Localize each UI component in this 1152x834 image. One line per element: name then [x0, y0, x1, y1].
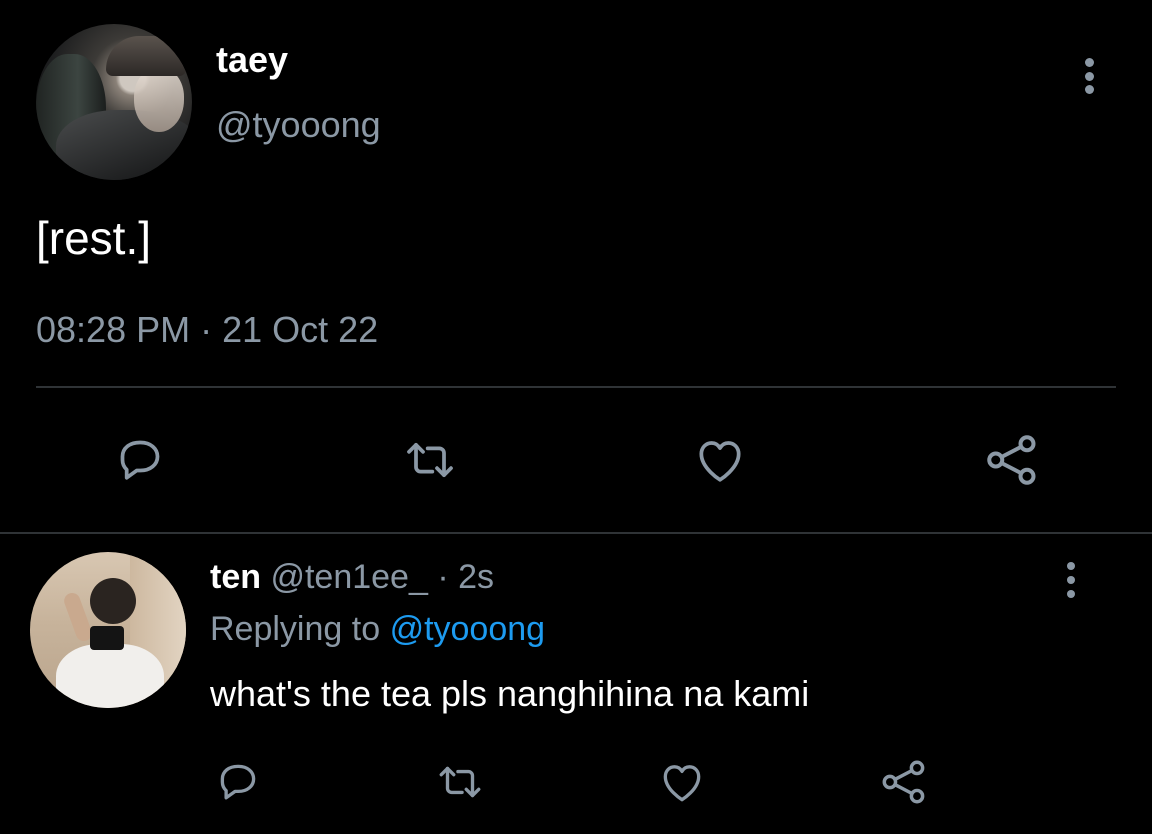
retweet-button[interactable]: [398, 428, 462, 492]
separator-dot: ·: [437, 558, 449, 596]
tweet-time: 08:28 PM: [36, 309, 191, 350]
like-button[interactable]: [650, 750, 714, 814]
avatar-photo-part: [56, 644, 164, 708]
more-dot: [1067, 590, 1075, 598]
heart-icon: [699, 441, 741, 482]
reply-header: ten @ten1ee_ · 2s: [210, 556, 494, 598]
tweet-date: 21 Oct 22: [222, 309, 379, 350]
reply-icon: [120, 440, 160, 480]
more-dot: [1067, 576, 1075, 584]
avatar[interactable]: [30, 552, 186, 708]
share-button[interactable]: [872, 750, 936, 814]
user-handle[interactable]: @ten1ee_: [270, 558, 427, 596]
reply-button[interactable]: [206, 750, 270, 814]
retweet-icon: [407, 442, 453, 478]
heart-icon: [663, 765, 701, 802]
more-dot: [1084, 71, 1094, 81]
avatar[interactable]: [36, 24, 192, 180]
avatar-photo-part: [90, 578, 136, 624]
tweet-text: what's the tea pls nanghihina na kami: [210, 673, 810, 714]
like-button[interactable]: [688, 428, 752, 492]
reply-icon: [220, 764, 256, 800]
share-icon: [882, 760, 925, 804]
replying-to: Replying to @tyooong: [210, 608, 545, 650]
mention-link[interactable]: @tyooong: [390, 610, 546, 648]
more-dot: [1084, 85, 1094, 94]
share-icon: [987, 435, 1036, 485]
retweet-button[interactable]: [428, 750, 492, 814]
avatar-photo-part: [106, 36, 186, 76]
share-button[interactable]: [980, 428, 1044, 492]
retweet-icon: [439, 766, 481, 798]
separator-dot: ·: [200, 309, 213, 350]
divider: [0, 532, 1152, 534]
more-dot: [1067, 562, 1075, 570]
main-tweet: taey @tyooong [rest.] 08:28 PM · 21 Oct 22: [0, 0, 1152, 534]
replying-to-label: Replying to: [210, 610, 381, 648]
display-name[interactable]: ten: [210, 558, 261, 596]
display-name[interactable]: taey: [216, 38, 288, 82]
tweet-time[interactable]: 2s: [458, 558, 494, 596]
tweet-timestamp[interactable]: 08:28 PM · 21 Oct 22: [36, 308, 378, 352]
user-handle[interactable]: @tyooong: [216, 103, 381, 147]
avatar-photo-part: [90, 626, 124, 650]
reply-button[interactable]: [108, 428, 172, 492]
tweet-text: [rest.]: [36, 212, 152, 264]
more-vertical-icon[interactable]: [1056, 560, 1086, 600]
divider: [36, 386, 1116, 388]
avatar-photo-part: [134, 68, 184, 132]
more-vertical-icon[interactable]: [1072, 54, 1106, 98]
more-dot: [1084, 58, 1094, 67]
